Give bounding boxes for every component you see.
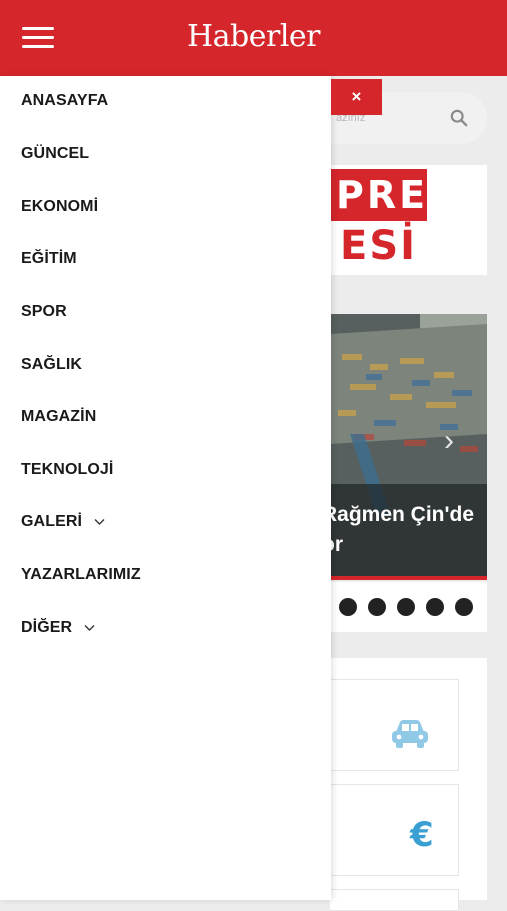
market-card-3[interactable]	[330, 889, 459, 911]
nav-item-label: DİĞER	[21, 619, 73, 636]
slider-caption-line-1: Rağmen Çin'de	[330, 503, 475, 526]
nav-item-yazarlarimiz[interactable]: YAZARLARIMIZ	[21, 566, 141, 590]
nav-item-guncel[interactable]: GÜNCEL	[21, 145, 89, 169]
nav-item-label: EKONOMİ	[21, 198, 99, 215]
nav-item-ekonomi[interactable]: EKONOMİ	[21, 198, 98, 222]
nav-item-magazin[interactable]: MAGAZİN	[21, 408, 96, 432]
market-card-euro[interactable]: €	[330, 784, 459, 876]
slider-dot-4[interactable]	[426, 598, 444, 616]
slider-progress-bar	[330, 576, 487, 580]
slider-dots	[330, 582, 487, 632]
nav-item-egitim[interactable]: EĞİTİM	[21, 250, 77, 274]
nav-drawer: ANASAYFA GÜNCEL EKONOMİ EĞİTİM SPOR SAĞL…	[0, 76, 331, 900]
nav-item-galeri[interactable]: GALERİ	[21, 513, 105, 537]
nav-item-label: MAGAZİN	[21, 408, 97, 425]
nav-item-diger[interactable]: DİĞER	[21, 619, 95, 643]
site-banner[interactable]: PRES ESİ	[330, 165, 487, 275]
nav-item-saglik[interactable]: SAĞLIK	[21, 356, 82, 380]
market-card-car[interactable]	[330, 679, 459, 771]
chevron-down-icon	[84, 624, 95, 631]
car-icon	[392, 720, 428, 748]
search-icon[interactable]	[450, 109, 468, 127]
chevron-right-icon[interactable]: ›	[444, 424, 454, 458]
nav-item-anasayfa[interactable]: ANASAYFA	[21, 92, 108, 116]
nav-item-label: SPOR	[21, 303, 67, 320]
close-drawer-button[interactable]: ×	[331, 79, 382, 115]
banner-line-2: ESİ	[340, 223, 418, 269]
news-slider[interactable]: › Rağmen Çin'de or	[330, 314, 487, 576]
slider-dot-1[interactable]	[339, 598, 357, 616]
nav-item-label: SAĞLIK	[21, 356, 83, 373]
nav-item-label: GALERİ	[21, 513, 83, 530]
slider-dot-3[interactable]	[397, 598, 415, 616]
nav-item-label: TEKNOLOJİ	[21, 461, 114, 478]
slider-caption-line-2: or	[330, 533, 343, 556]
banner-line-1: PRES	[330, 169, 455, 221]
site-logo[interactable]: Haberler	[0, 19, 507, 54]
slider-dot-5[interactable]	[455, 598, 473, 616]
nav-item-label: GÜNCEL	[21, 145, 90, 162]
euro-icon: €	[410, 815, 434, 855]
site-header: Haberler	[0, 0, 507, 76]
nav-item-teknoloji[interactable]: TEKNOLOJİ	[21, 461, 113, 485]
nav-item-spor[interactable]: SPOR	[21, 303, 67, 327]
nav-item-label: EĞİTİM	[21, 250, 77, 267]
nav-item-label: YAZARLARIMIZ	[21, 566, 141, 583]
nav-item-label: ANASAYFA	[21, 92, 109, 109]
chevron-down-icon	[94, 518, 105, 525]
slider-caption[interactable]: Rağmen Çin'de or	[330, 500, 487, 560]
slider-dot-2[interactable]	[368, 598, 386, 616]
